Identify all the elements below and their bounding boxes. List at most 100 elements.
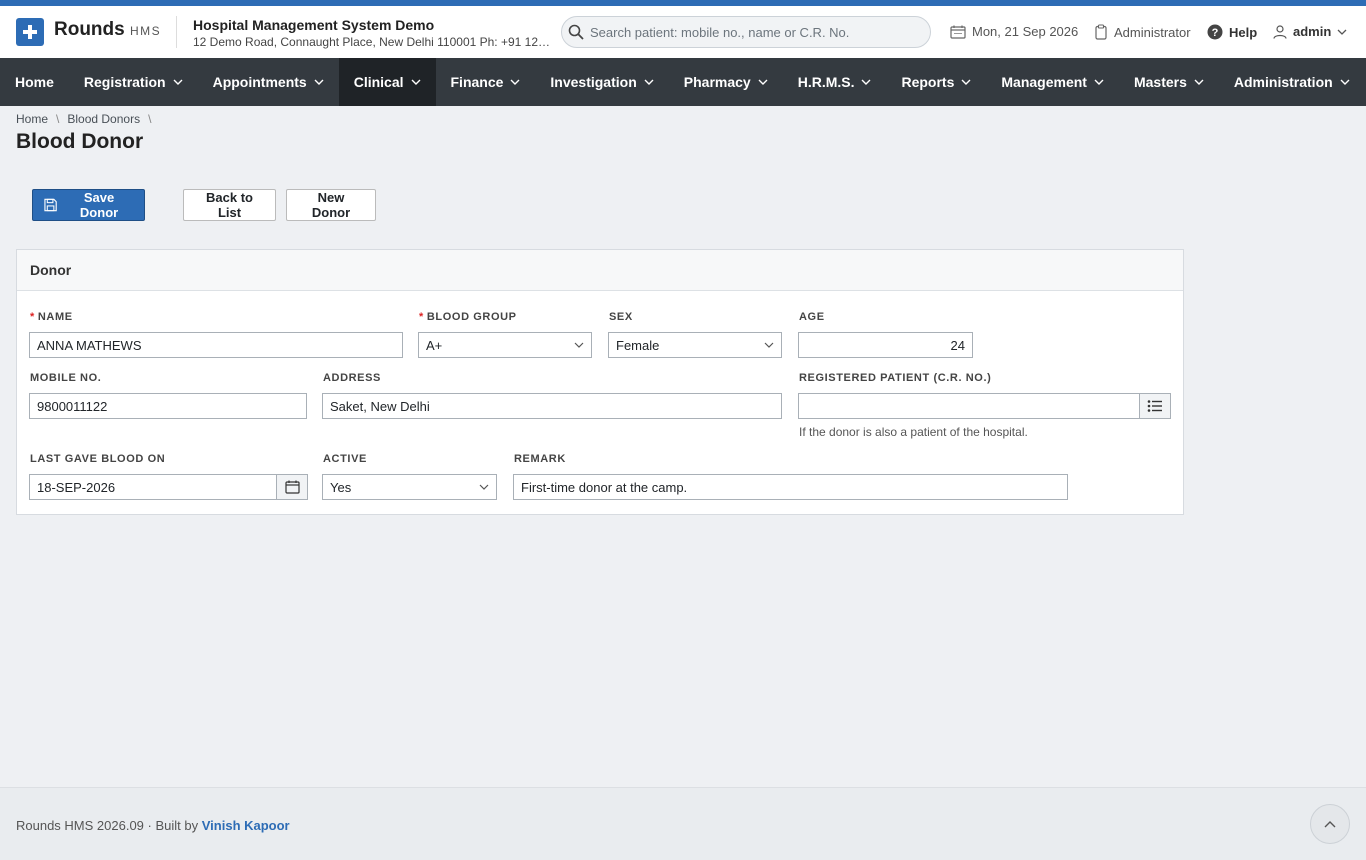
chevron-down-icon <box>764 342 774 348</box>
save-donor-button[interactable]: Save Donor <box>32 189 145 221</box>
sex-label: SEX <box>609 311 633 323</box>
nav-hrms-label: H.R.M.S. <box>797 74 855 90</box>
chevron-down-icon <box>861 79 871 85</box>
mobile-input[interactable]: 9800011122 <box>29 393 307 419</box>
user-name: admin <box>1293 24 1332 39</box>
nav-reports[interactable]: Reports <box>886 58 986 106</box>
logo-plus-icon[interactable] <box>16 18 44 46</box>
registered-patient-hint: If the donor is also a patient of the ho… <box>799 425 1028 439</box>
nav-investigation-label: Investigation <box>550 74 637 90</box>
page-title: Blood Donor <box>16 130 144 153</box>
chevron-down-icon <box>758 79 768 85</box>
patient-search <box>561 16 931 48</box>
registered-patient-input[interactable] <box>798 393 1140 419</box>
search-input[interactable] <box>590 24 920 40</box>
calendar-icon <box>950 25 966 39</box>
nav-finance[interactable]: Finance <box>436 58 536 106</box>
nav-clinical[interactable]: Clinical <box>338 58 436 106</box>
chevron-down-icon <box>1094 79 1104 85</box>
help-link[interactable]: ? Help <box>1207 24 1257 40</box>
nav-pharmacy[interactable]: Pharmacy <box>669 58 783 106</box>
chevron-down-icon <box>411 79 420 85</box>
date-picker-button[interactable] <box>276 474 308 500</box>
chevron-down-icon <box>1340 79 1350 85</box>
nav-registration[interactable]: Registration <box>69 58 198 106</box>
help-text: Help <box>1229 24 1258 40</box>
help-icon: ? <box>1207 24 1223 40</box>
blood-group-label: * BLOOD GROUP <box>419 311 517 323</box>
patient-lookup-button[interactable] <box>1139 393 1171 419</box>
nav-hrms[interactable]: H.R.M.S. <box>783 58 887 106</box>
breadcrumb-separator: \ <box>56 112 60 126</box>
nav-management[interactable]: Management <box>986 58 1119 106</box>
age-input[interactable]: 24 <box>798 332 973 358</box>
nav-home-label: Home <box>15 74 54 90</box>
page-footer: Rounds HMS 2026.09 · Built by Vinish Kap… <box>0 787 1366 860</box>
chevron-down-icon <box>173 79 183 85</box>
calendar-icon <box>284 480 300 494</box>
breadcrumb-blood-donors[interactable]: Blood Donors <box>67 112 140 126</box>
header-date: Mon, 21 Sep 2026 <box>950 24 1078 39</box>
nav-finance-label: Finance <box>450 74 504 90</box>
main-nav: Home Registration Appointments Clinical … <box>0 58 1366 106</box>
chevron-down-icon <box>510 79 520 85</box>
nav-home[interactable]: Home <box>0 58 69 106</box>
name-label-text: NAME <box>37 311 73 323</box>
header-role[interactable]: Administrator <box>1094 24 1191 40</box>
footer-credit: Rounds HMS 2026.09 · Built by <box>16 818 199 833</box>
breadcrumb-home[interactable]: Home <box>16 112 48 126</box>
search-icon <box>568 24 584 40</box>
chevron-down-icon <box>479 484 489 490</box>
donor-card: Donor * NAME ANNA MATHEWS * BLOOD GROUP A+… <box>16 249 1184 515</box>
user-icon <box>1273 24 1287 39</box>
chevron-down-icon <box>574 342 584 348</box>
new-donor-button[interactable]: New Donor <box>286 189 376 221</box>
registered-patient-label: REGISTERED PATIENT (C.R. NO.) <box>799 372 992 384</box>
nav-registration-label: Registration <box>83 74 166 90</box>
name-label: * NAME <box>30 311 73 323</box>
nav-investigation[interactable]: Investigation <box>535 58 668 106</box>
remark-input[interactable]: First-time donor at the camp. <box>513 474 1068 500</box>
app-header: Rounds HMS Hospital Management System De… <box>0 6 1366 58</box>
last-gave-blood-input[interactable]: 18-SEP-2026 <box>29 474 277 500</box>
mobile-label: MOBILE NO. <box>30 372 102 384</box>
clipboard-icon <box>1095 24 1107 40</box>
address-label: ADDRESS <box>323 372 381 384</box>
floppy-disk-icon <box>44 198 57 212</box>
nav-clinical-label: Clinical <box>353 74 404 90</box>
chevron-down-icon <box>644 79 654 85</box>
hospital-address: 12 Demo Road, Connaught Place, New Delhi… <box>193 35 553 49</box>
nav-masters[interactable]: Masters <box>1119 58 1219 106</box>
user-menu[interactable]: admin <box>1273 24 1353 39</box>
donor-card-title: Donor <box>17 250 1183 291</box>
footer-author-link[interactable]: Vinish Kapoor <box>202 818 290 833</box>
nav-appointments[interactable]: Appointments <box>198 58 339 106</box>
chevron-down-icon <box>1194 79 1204 85</box>
nav-appointments-label: Appointments <box>212 74 307 90</box>
address-input[interactable]: Saket, New Delhi <box>322 393 782 419</box>
nav-administration-label: Administration <box>1233 74 1333 90</box>
chevron-up-icon <box>1324 821 1336 828</box>
name-input[interactable]: ANNA MATHEWS <box>29 332 403 358</box>
chevron-down-icon <box>961 79 971 85</box>
back-to-list-button[interactable]: Back to List <box>183 189 276 221</box>
breadcrumb: Home \ Blood Donors \ <box>16 112 159 126</box>
header-divider <box>176 16 177 48</box>
blood-group-select[interactable]: A+ <box>418 332 592 358</box>
sex-value: Female <box>616 337 660 353</box>
list-icon <box>1147 400 1162 412</box>
header-date-text: Mon, 21 Sep 2026 <box>972 24 1079 39</box>
chevron-down-icon <box>1337 29 1347 35</box>
brand-name[interactable]: Rounds <box>54 19 125 41</box>
nav-administration[interactable]: Administration <box>1219 58 1365 106</box>
nav-pharmacy-label: Pharmacy <box>683 74 751 90</box>
footer-text: Rounds HMS 2026.09 · Built by Vinish Kap… <box>16 818 290 833</box>
scroll-to-top-button[interactable] <box>1310 804 1350 844</box>
header-role-text: Administrator <box>1114 24 1191 40</box>
svg-text:?: ? <box>1212 27 1219 39</box>
sex-select[interactable]: Female <box>608 332 782 358</box>
nav-masters-label: Masters <box>1133 74 1187 90</box>
active-select[interactable]: Yes <box>322 474 497 500</box>
hospital-name: Hospital Management System Demo <box>193 17 435 33</box>
remark-label: REMARK <box>514 453 566 465</box>
